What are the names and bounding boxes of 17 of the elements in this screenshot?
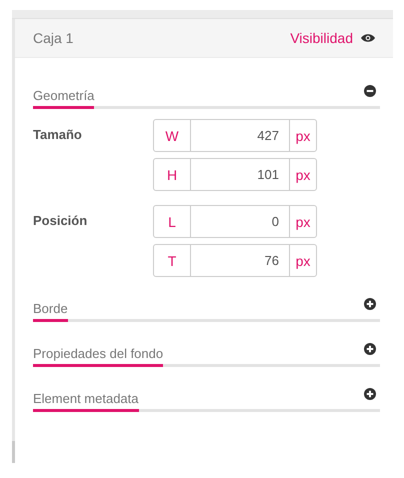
section-title[interactable]: Borde bbox=[33, 301, 68, 322]
section-title[interactable]: Propiedades del fondo bbox=[33, 346, 164, 367]
collapse-icon[interactable] bbox=[364, 85, 376, 97]
field-label: Posición bbox=[33, 212, 88, 230]
eye-icon bbox=[361, 33, 375, 43]
expand-icon[interactable] bbox=[364, 388, 376, 400]
number-field[interactable]: L 0 px bbox=[153, 205, 317, 238]
section-title[interactable]: Element metadata bbox=[33, 391, 139, 412]
expand-icon[interactable] bbox=[364, 298, 376, 310]
section-title[interactable]: Geometría bbox=[33, 88, 94, 109]
visibility-button[interactable]: Visibilidad bbox=[290, 30, 375, 46]
panel-title: Caja 1 bbox=[33, 30, 74, 46]
field-label: Tamaño bbox=[33, 126, 83, 144]
number-field[interactable]: H 101 px bbox=[153, 158, 317, 191]
number-field[interactable]: T 76 px bbox=[153, 244, 317, 277]
number-field[interactable]: W 427 px bbox=[153, 119, 317, 152]
expand-icon[interactable] bbox=[364, 343, 376, 355]
